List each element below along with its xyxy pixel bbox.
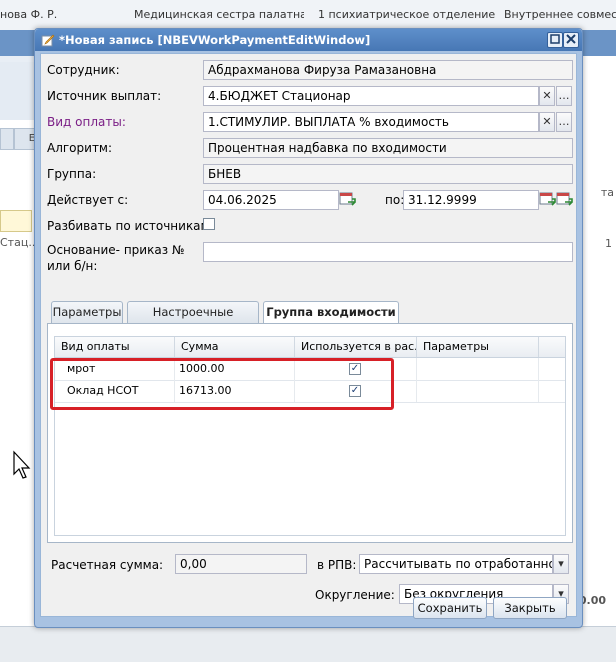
background-filter-field <box>0 210 32 232</box>
split-sources-label: Разбивать по источникам: <box>47 219 214 233</box>
maximize-button[interactable] <box>547 32 563 48</box>
basis-label: Основание- приказ № или б/н: <box>47 243 185 273</box>
valid-from-label: Действует с: <box>47 193 129 207</box>
edit-window: *Новая запись [NBEVWorkPaymentEditWindow… <box>34 28 583 628</box>
rpv-dropdown-button[interactable]: ▾ <box>553 554 569 574</box>
tab-panel: Вид оплаты Сумма Используется в рас... П… <box>47 323 573 543</box>
rpv-select[interactable]: Рассчитывать по отработанному в <box>359 554 553 574</box>
source-clear-button[interactable]: ✕ <box>539 86 555 106</box>
source-select-button[interactable]: … <box>556 86 572 106</box>
column-header-sum[interactable]: Сумма <box>175 337 295 357</box>
source-field[interactable]: 4.БЮДЖЕТ Стационар <box>203 86 539 106</box>
rounding-label: Округление: <box>315 588 395 602</box>
tabs-container: Параметры Настроечные таблицы Группа вхо… <box>47 301 573 543</box>
ellipsis-icon: … <box>558 89 570 102</box>
maximize-icon <box>550 34 560 44</box>
valid-to-label: по: <box>385 193 405 207</box>
group-field[interactable]: БНЕВ <box>203 164 573 184</box>
valid-to-field[interactable]: 31.12.9999 <box>403 190 539 210</box>
background-tab <box>0 128 14 150</box>
calendar-icon[interactable] <box>539 190 557 210</box>
chevron-down-icon: ▾ <box>558 557 564 570</box>
tab-inclusion-group[interactable]: Группа входимости <box>263 301 399 324</box>
row-params <box>417 358 539 380</box>
row-params <box>417 380 539 402</box>
calendar-icon[interactable] <box>556 190 574 210</box>
payment-type-field[interactable]: 1.СТИМУЛИР. ВЫПЛАТА % входимость <box>203 112 539 132</box>
calc-sum-label: Расчетная сумма: <box>51 558 164 572</box>
tab-parameters[interactable]: Параметры <box>51 301 123 323</box>
window-body: Сотрудник: Абдрахманова Фируза Рамазанов… <box>40 53 577 617</box>
column-header-params[interactable]: Параметры <box>417 337 539 357</box>
calc-sum-field[interactable]: 0,00 <box>175 554 307 574</box>
column-header-used[interactable]: Используется в рас... <box>295 337 417 357</box>
background-statusbar <box>0 626 616 662</box>
basis-field[interactable] <box>203 242 573 262</box>
background-grid-row: нова Ф. Р. Медицинская сестра палатная 1… <box>0 0 616 31</box>
ellipsis-icon: … <box>558 115 570 128</box>
close-icon <box>566 34 576 44</box>
rpv-label: в РПВ: <box>317 558 357 572</box>
tab-setup-tables[interactable]: Настроечные таблицы <box>127 301 259 339</box>
background-right-label: та <box>600 186 614 199</box>
algorithm-label: Алгоритм: <box>47 141 113 155</box>
background-right-marker: 1 <box>605 237 612 250</box>
window-header[interactable]: *Новая запись [NBEVWorkPaymentEditWindow… <box>35 29 582 51</box>
payment-type-clear-button[interactable]: ✕ <box>539 112 555 132</box>
clear-icon: ✕ <box>542 89 552 102</box>
save-button[interactable]: Сохранить <box>413 597 487 619</box>
mouse-cursor-icon <box>13 450 31 479</box>
calendar-icon[interactable] <box>339 190 357 210</box>
employee-field[interactable]: Абдрахманова Фируза Рамазановна <box>203 60 573 80</box>
close-button[interactable]: Закрыть <box>493 597 567 619</box>
edit-icon <box>41 34 55 47</box>
valid-from-field[interactable]: 04.06.2025 <box>203 190 339 210</box>
group-label: Группа: <box>47 167 97 181</box>
source-label: Источник выплат: <box>47 89 162 103</box>
algorithm-field[interactable]: Процентная надбавка по входимости <box>203 138 573 158</box>
bg-cell-position: Медицинская сестра палатная <box>134 8 304 21</box>
close-window-button[interactable] <box>563 32 579 48</box>
employee-label: Сотрудник: <box>47 63 120 77</box>
window-title: *Новая запись [NBEVWorkPaymentEditWindow… <box>59 33 371 47</box>
background-column-label: Стац... <box>0 236 39 249</box>
bg-cell-type: Внутреннее совмести <box>504 8 616 21</box>
bg-cell-name: нова Ф. Р. <box>0 8 58 21</box>
split-sources-checkbox[interactable] <box>203 218 215 230</box>
bg-cell-department: 1 психиатрическое отделение д... <box>318 8 496 21</box>
highlight-box <box>50 358 394 410</box>
grid-header: Вид оплаты Сумма Используется в рас... П… <box>55 337 565 358</box>
clear-icon: ✕ <box>542 115 552 128</box>
column-header-payment-type[interactable]: Вид оплаты <box>55 337 175 357</box>
payment-type-select-button[interactable]: … <box>556 112 572 132</box>
payment-type-label: Вид оплаты: <box>47 115 126 129</box>
background-right-panel <box>580 56 616 626</box>
